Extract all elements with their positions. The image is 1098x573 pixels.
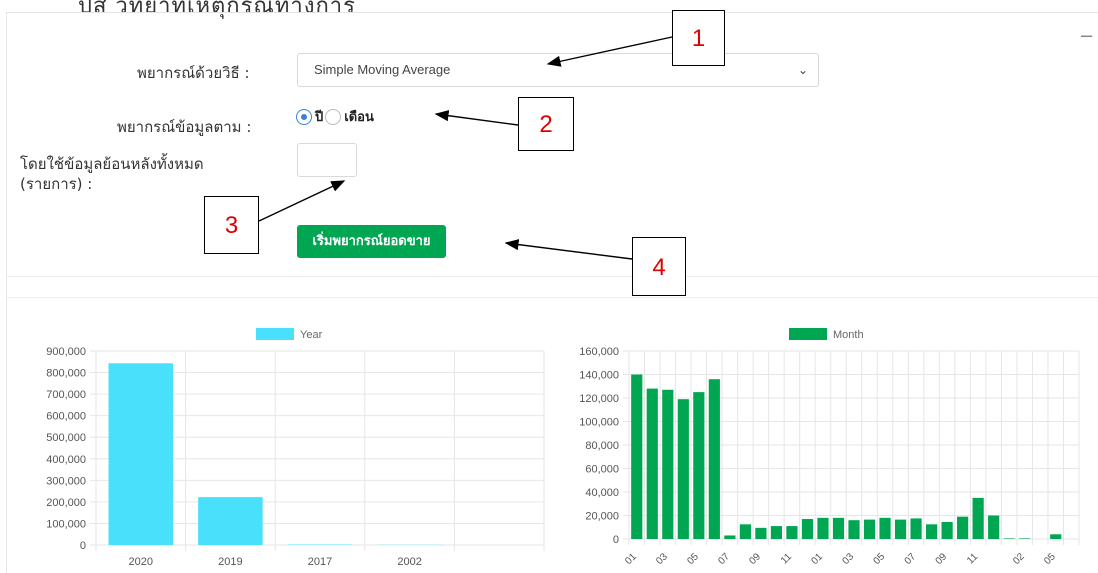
bar-04 <box>864 520 875 539</box>
legend-swatch <box>256 328 294 340</box>
bar-12 <box>988 516 999 540</box>
x-tick-label: 2002 <box>397 556 421 568</box>
bar-07 <box>724 535 735 539</box>
arrow-2 <box>436 114 518 125</box>
x-tick-label: 01 <box>809 551 825 567</box>
bar-09 <box>942 522 953 539</box>
bar-05 <box>693 392 704 539</box>
bar-06 <box>895 520 906 539</box>
bar-11 <box>973 498 984 539</box>
x-tick-label: 09 <box>747 551 763 567</box>
y-tick-label: 100,000 <box>579 417 619 429</box>
y-tick-label: 900,000 <box>46 346 86 358</box>
bar-08 <box>926 524 937 539</box>
y-tick-label: 40,000 <box>585 487 619 499</box>
bar-05 <box>879 518 890 539</box>
y-tick-label: 200,000 <box>46 497 86 509</box>
bar-02 <box>647 389 658 539</box>
y-tick-label: 80,000 <box>585 440 619 452</box>
x-tick-label: 11 <box>779 551 794 566</box>
callout-1: 1 <box>672 10 725 66</box>
x-tick-label: 03 <box>654 551 670 567</box>
x-tick-label: 07 <box>903 551 919 567</box>
bar-03 <box>848 520 859 539</box>
callout-3: 3 <box>204 196 259 254</box>
bar-08 <box>740 524 751 539</box>
year-bar-chart: Year 0 100,000 200,000 300,000 400,000 500,000… <box>20 320 550 568</box>
bar-09 <box>755 528 766 539</box>
bar-01 <box>631 375 642 540</box>
x-tick-label: 05 <box>1042 551 1058 567</box>
bar-01 <box>817 518 828 539</box>
bar-04 <box>678 399 689 539</box>
y-tick-label: 700,000 <box>46 389 86 401</box>
bar-06 <box>709 379 720 539</box>
x-tick-label: 03 <box>840 551 856 567</box>
bar-07 <box>910 518 921 539</box>
x-tick-label: 02 <box>1011 551 1027 567</box>
legend-label: Month <box>833 329 864 341</box>
arrow-3 <box>259 181 344 221</box>
arrow-1 <box>548 37 672 64</box>
bar-10 <box>771 526 782 539</box>
y-tick-label: 500,000 <box>46 432 86 444</box>
x-tick-label: 2017 <box>308 556 332 568</box>
bar-04 <box>1050 534 1061 539</box>
x-tick-label: 05 <box>685 551 701 567</box>
y-tick-label: 160,000 <box>579 346 619 358</box>
bar-01 <box>1004 538 1015 539</box>
x-tick-label: 2019 <box>218 556 242 568</box>
arrow-4 <box>506 243 632 259</box>
x-tick-label: 01 <box>623 551 639 567</box>
x-tick-label: 09 <box>934 551 950 567</box>
bar-03 <box>662 390 673 539</box>
y-tick-label: 100,000 <box>46 518 86 530</box>
y-tick-label: 600,000 <box>46 411 86 423</box>
y-tick-label: 120,000 <box>579 393 619 405</box>
bar-10 <box>957 517 968 539</box>
y-tick-label: 20,000 <box>585 511 619 523</box>
y-tick-label: 140,000 <box>579 370 619 382</box>
bar-2020 <box>109 363 174 545</box>
bar-02 <box>833 518 844 539</box>
bar-02 <box>1019 538 1030 539</box>
y-tick-label: 800,000 <box>46 368 86 380</box>
x-tick-label: 2020 <box>129 556 153 568</box>
bar-11 <box>786 526 797 539</box>
y-tick-label: 0 <box>613 534 619 546</box>
callout-4: 4 <box>632 237 686 296</box>
bar-12 <box>802 519 813 539</box>
y-tick-label: 60,000 <box>585 464 619 476</box>
y-tick-label: 400,000 <box>46 454 86 466</box>
x-tick-label: 05 <box>872 551 888 567</box>
x-tick-label: 07 <box>716 551 732 567</box>
y-tick-label: 300,000 <box>46 475 86 487</box>
legend-label: Year <box>300 329 323 341</box>
callout-2: 2 <box>518 97 574 151</box>
month-bar-chart: Month 0 20,000 40,000 60,000 80,000 100,000 120… <box>555 320 1098 568</box>
y-tick-label: 0 <box>80 540 86 552</box>
legend-swatch <box>789 328 827 340</box>
bar-2019 <box>198 497 263 545</box>
x-tick-label: 11 <box>965 551 980 566</box>
